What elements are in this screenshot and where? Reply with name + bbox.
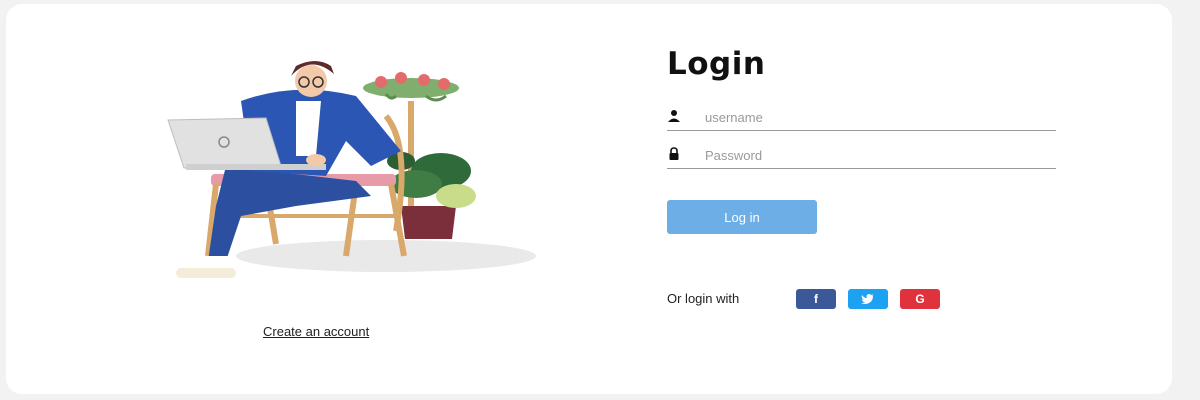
lock-icon bbox=[669, 147, 679, 160]
password-field bbox=[667, 144, 1056, 169]
twitter-icon bbox=[861, 294, 874, 304]
user-icon bbox=[668, 110, 680, 122]
username-field bbox=[667, 106, 1056, 131]
username-input[interactable] bbox=[705, 106, 1045, 128]
google-icon: G bbox=[915, 292, 925, 306]
person-with-laptop-illustration bbox=[167, 61, 536, 278]
create-account-link[interactable]: Create an account bbox=[263, 324, 369, 339]
password-input[interactable] bbox=[705, 144, 1045, 166]
login-button[interactable]: Log in bbox=[667, 200, 817, 234]
twitter-login-button[interactable] bbox=[848, 289, 888, 309]
social-login-label: Or login with bbox=[667, 291, 740, 306]
facebook-login-button[interactable]: f bbox=[796, 289, 836, 309]
facebook-icon: f bbox=[814, 292, 818, 306]
page-title: Login bbox=[667, 46, 766, 82]
login-card: Create an account bbox=[6, 4, 1172, 394]
google-login-button[interactable]: G bbox=[900, 289, 940, 309]
